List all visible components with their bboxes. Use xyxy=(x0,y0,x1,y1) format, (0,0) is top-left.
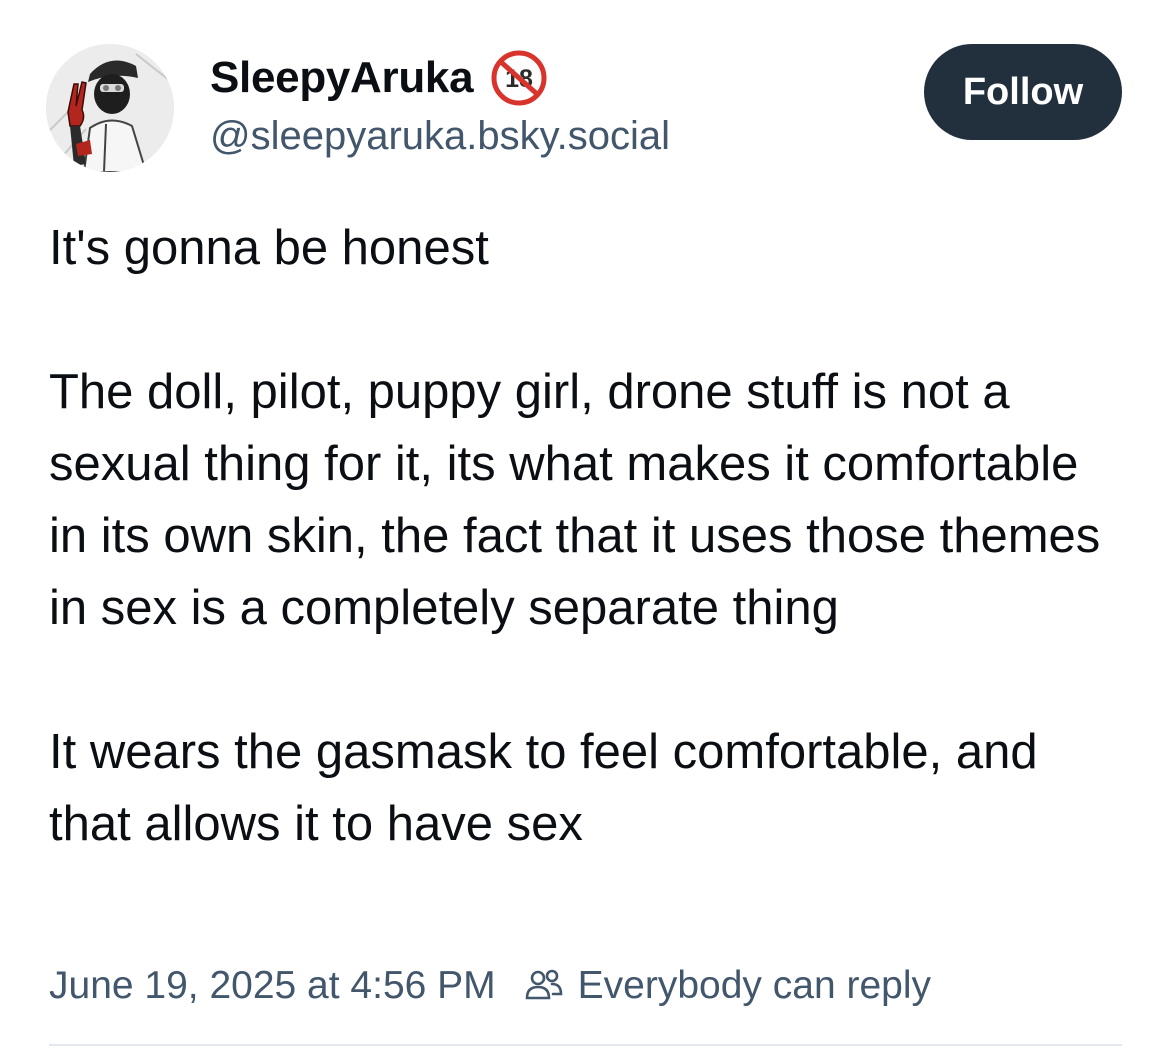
post-meta: June 19, 2025 at 4:56 PM Everybody can r… xyxy=(49,958,931,1014)
post-timestamp[interactable]: June 19, 2025 at 4:56 PM xyxy=(49,964,496,1008)
author-name-row: SleepyAruka 18 xyxy=(210,48,547,108)
avatar-image xyxy=(46,44,174,172)
avatar[interactable] xyxy=(46,44,174,172)
follow-button[interactable]: Follow xyxy=(924,44,1122,140)
author-handle[interactable]: @sleepyaruka.bsky.social xyxy=(210,114,670,159)
divider xyxy=(49,1044,1122,1046)
post-paragraph: It wears the gasmask to feel comfortable… xyxy=(49,725,1038,851)
author-display-name[interactable]: SleepyAruka xyxy=(210,53,474,103)
post-paragraph: The doll, pilot, puppy girl, drone stuff… xyxy=(49,365,1101,635)
post-paragraph: It's gonna be honest xyxy=(49,221,489,275)
post-container: SleepyAruka 18 @sleepyaruka.bsky.social … xyxy=(0,0,1170,1058)
people-icon xyxy=(522,964,566,1008)
post-text: It's gonna be honest The doll, pilot, pu… xyxy=(49,212,1139,860)
no-under-18-icon: 18 xyxy=(491,50,547,106)
reply-setting[interactable]: Everybody can reply xyxy=(522,964,931,1008)
reply-setting-label: Everybody can reply xyxy=(577,964,931,1007)
